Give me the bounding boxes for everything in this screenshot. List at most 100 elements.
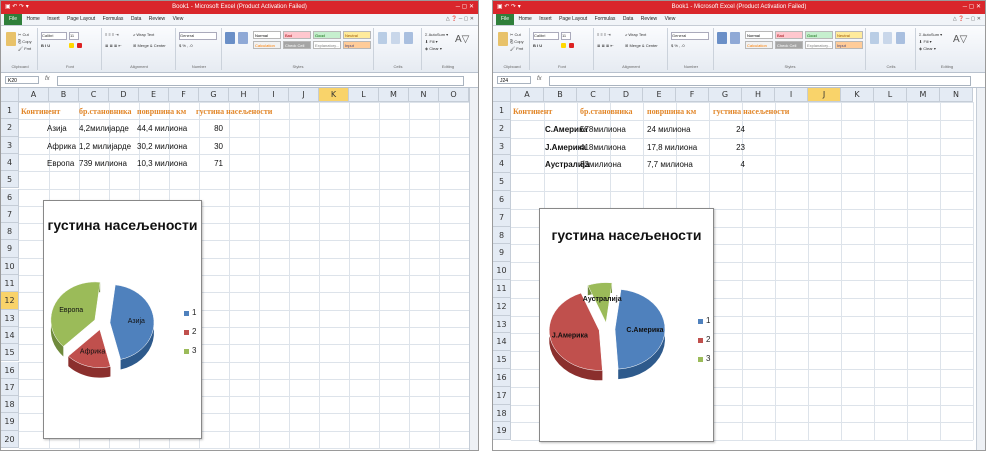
row-header-19[interactable]: 19 [1,413,19,431]
row-header-12[interactable]: 12 [1,292,19,310]
cell-dens[interactable]: 80 [209,120,223,137]
column-header-j[interactable]: J [808,88,841,102]
tab-data[interactable]: Data [128,14,145,25]
column-header-b[interactable]: B [49,88,79,102]
align-icons-2[interactable]: ≣ ≣ ≣ ⇤ [597,43,614,48]
style-input[interactable]: Input [835,41,863,49]
column-header-l[interactable]: L [874,88,907,102]
window-controls[interactable]: ─ ▢ ✕ [963,1,981,14]
style-neutral[interactable]: Neutral [835,31,863,39]
cell-cont[interactable]: Африка [47,138,76,155]
column-header-k[interactable]: K [319,88,349,102]
cell-area[interactable]: 10,3 милиона [137,155,187,172]
column-header-i[interactable]: I [775,88,808,102]
row-header-5[interactable]: 5 [493,173,511,191]
font-size-box[interactable]: 11 [69,32,79,40]
insert-cells-icon[interactable] [870,32,879,44]
row-header-2[interactable]: 2 [493,119,511,138]
tab-review[interactable]: Review [638,14,660,25]
delete-cells-icon[interactable] [883,32,892,44]
cell-pop[interactable]: 4,2милијарде [79,120,129,137]
row-header-10[interactable]: 10 [493,262,511,280]
align-icons[interactable]: ≡ ≡ ≡ ⇥ [597,32,611,37]
tab-page-layout[interactable]: Page Layout [64,14,98,25]
row-header-14[interactable]: 14 [1,326,19,345]
column-header-m[interactable]: M [907,88,940,102]
tab-data[interactable]: Data [620,14,637,25]
column-header-k[interactable]: K [841,88,874,102]
name-box[interactable]: K20 [5,76,39,84]
style-check-cell[interactable]: Check Cell [283,41,311,49]
bold-icon[interactable]: B I U [533,43,542,48]
column-header-a[interactable]: A [19,88,49,102]
select-all-corner[interactable] [1,88,19,102]
format-cells-icon[interactable] [404,32,413,44]
row-header-1[interactable]: 1 [493,102,511,120]
copy-icon[interactable]: ⎘ Copy [18,39,32,44]
row-header-14[interactable]: 14 [493,333,511,352]
worksheet-grid[interactable]: A B C D E F G H I J K L M N O 1 2 3 4 5 6 7 8 9 10 11 12 13 14 15 16 17… [1,88,478,450]
style-normal[interactable]: Normal [253,31,281,39]
cell-pop[interactable]: 1,2 милијарде [79,138,131,155]
style-calculation[interactable]: Calculation [253,41,281,49]
fill-color-icon[interactable] [561,43,566,48]
fx-icon[interactable]: fx [537,76,542,82]
select-all-corner[interactable] [493,88,511,102]
row-header-9[interactable]: 9 [493,244,511,263]
wrap-text-icon[interactable]: ⤶ Wrap Text [625,32,646,37]
row-header-9[interactable]: 9 [1,240,19,258]
tab-insert[interactable]: Insert [536,14,555,25]
style-explanatory[interactable]: Explanatory... [313,41,341,49]
cell-cont[interactable]: Европа [47,155,74,172]
row-header-8[interactable]: 8 [1,223,19,241]
font-color-icon[interactable] [569,43,574,48]
row-header-6[interactable]: 6 [493,191,511,209]
column-header-h[interactable]: H [742,88,775,102]
cell-cont[interactable]: Азија [47,120,67,137]
pie-chart[interactable]: густина насељености Азија Африка Европа 1 2 3 [43,200,202,439]
cut-icon[interactable]: ✂ Cut [510,32,521,37]
row-header-18[interactable]: 18 [1,396,19,414]
cell-area[interactable]: 44,4 милиона [137,120,187,137]
tab-file[interactable]: File [496,14,515,25]
cell-dens[interactable]: 23 [731,139,745,157]
column-header-d[interactable]: D [109,88,139,102]
column-header-l[interactable]: L [349,88,379,102]
row-header-1[interactable]: 1 [1,102,19,120]
style-input[interactable]: Input [343,41,371,49]
style-explanatory[interactable]: Explanatory... [805,41,833,49]
paste-icon[interactable] [6,32,16,46]
row-header-2[interactable]: 2 [1,119,19,137]
wrap-text-icon[interactable]: ⤶ Wrap Text [133,32,154,37]
style-bad[interactable]: Bad [775,31,803,39]
autosum-icon[interactable]: Σ AutoSum ▾ [425,32,448,37]
font-size-box[interactable]: 11 [561,32,571,40]
tab-formulas[interactable]: Formulas [592,14,619,25]
row-header-11[interactable]: 11 [493,280,511,298]
style-good[interactable]: Good [313,31,341,39]
conditional-formatting-icon[interactable] [225,32,235,44]
format-as-table-icon[interactable] [238,32,248,44]
fx-icon[interactable]: fx [45,76,50,82]
cell-dens[interactable]: 30 [209,138,223,155]
column-header-c[interactable]: C [577,88,610,102]
row-header-10[interactable]: 10 [1,257,19,275]
row-header-5[interactable]: 5 [1,171,19,189]
cell-dens[interactable]: 4 [731,156,745,174]
column-header-n[interactable]: N [409,88,439,102]
cell-pop[interactable]: 32милиона [580,156,621,174]
column-header-i[interactable]: I [259,88,289,102]
font-name-box[interactable]: Calibri [533,32,559,40]
format-cells-icon[interactable] [896,32,905,44]
insert-cells-icon[interactable] [378,32,387,44]
column-header-o[interactable]: O [439,88,469,102]
bold-icon[interactable]: B I U [41,43,50,48]
currency-icon[interactable]: $ % , .0 [179,43,193,48]
clear-icon[interactable]: ◈ Clear ▾ [425,46,442,51]
column-header-e[interactable]: E [643,88,676,102]
cell-area[interactable]: 7,7 милиона [647,156,693,174]
style-calculation[interactable]: Calculation [745,41,773,49]
row-header-13[interactable]: 13 [493,315,511,334]
row-header-16[interactable]: 16 [1,361,19,379]
row-header-18[interactable]: 18 [493,404,511,423]
